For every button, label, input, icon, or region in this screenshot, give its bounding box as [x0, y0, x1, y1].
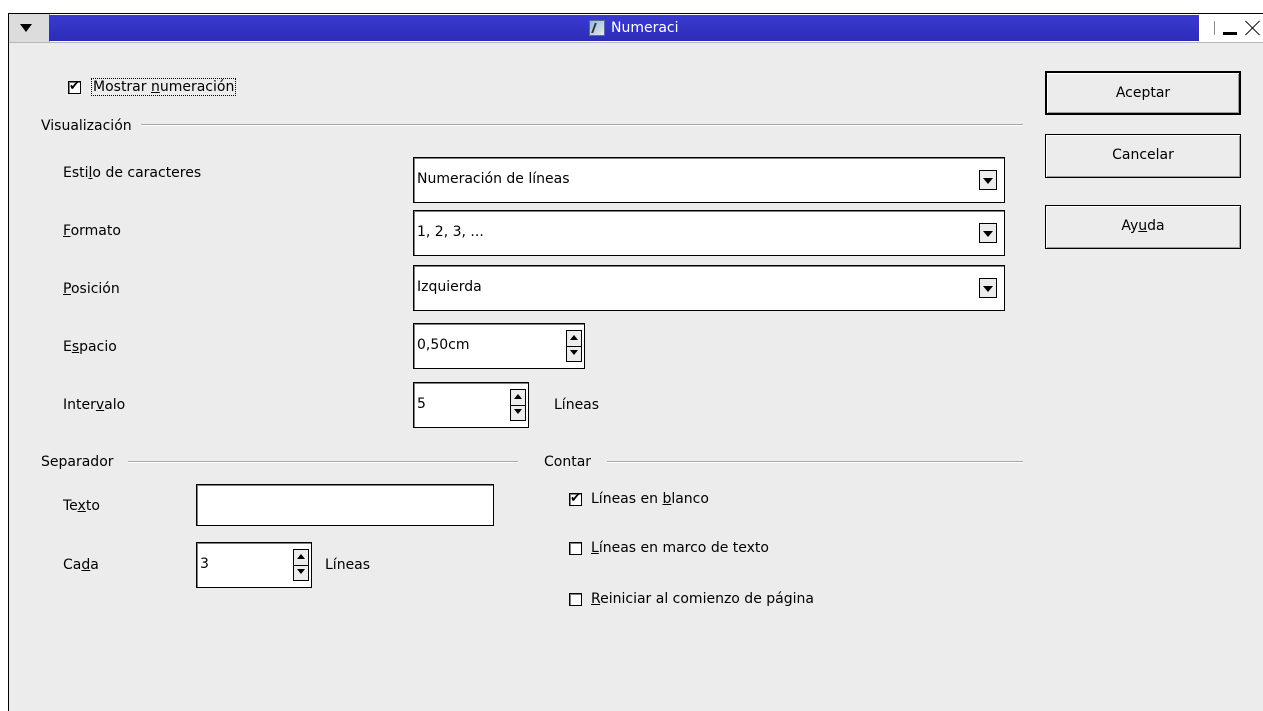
- every-unit: Líneas: [325, 557, 371, 573]
- char-style-select[interactable]: Numeración de líneas: [413, 157, 1005, 203]
- char-style-value: Numeración de líneas: [417, 171, 570, 187]
- spinner-buttons: [510, 389, 526, 421]
- spacing-label: Espacio: [63, 339, 117, 355]
- window-title: Numeraci: [589, 15, 679, 41]
- format-select[interactable]: 1, 2, 3, ...: [413, 210, 1005, 256]
- visualizacion-divider: [141, 124, 1023, 126]
- spacing-value: 0,50cm: [417, 337, 470, 353]
- window-controls: [1206, 14, 1261, 42]
- format-label: Formato: [63, 223, 121, 239]
- contar-heading: Contar: [544, 454, 592, 470]
- ok-button[interactable]: Aceptar: [1045, 71, 1241, 115]
- spin-down-icon[interactable]: [511, 405, 525, 420]
- cancel-button[interactable]: Cancelar: [1045, 134, 1241, 178]
- chevron-down-icon: [20, 24, 32, 32]
- separator-text-input[interactable]: [196, 484, 494, 526]
- minimize-icon[interactable]: [1223, 31, 1237, 35]
- spin-down-icon[interactable]: [567, 346, 581, 361]
- format-value: 1, 2, 3, ...: [417, 224, 484, 240]
- interval-value: 5: [417, 396, 426, 412]
- separador-heading: Separador: [41, 454, 114, 470]
- spin-up-icon[interactable]: [294, 550, 308, 566]
- spinner-buttons: [566, 330, 582, 362]
- chevron-down-icon[interactable]: [979, 278, 997, 298]
- show-numbering-checkbox[interactable]: [68, 78, 81, 96]
- interval-unit: Líneas: [554, 397, 600, 413]
- contar-divider: [607, 461, 1023, 463]
- separador-divider: [128, 461, 518, 463]
- every-spinner[interactable]: 3: [196, 542, 312, 588]
- position-value: Izquierda: [417, 279, 482, 295]
- separator-text-label: Texto: [63, 498, 100, 514]
- chevron-down-icon[interactable]: [979, 170, 997, 190]
- char-style-label: Estilo de caracteres: [63, 165, 202, 181]
- separator-icon: [1214, 21, 1215, 35]
- position-select[interactable]: Izquierda: [413, 265, 1005, 311]
- spin-up-icon[interactable]: [567, 331, 581, 347]
- show-numbering-label[interactable]: Mostrar numeración: [91, 78, 237, 96]
- restart-page-checkbox[interactable]: [569, 593, 582, 606]
- close-icon[interactable]: [1245, 20, 1261, 36]
- title-bar: Numeraci: [9, 14, 1263, 43]
- spinner-buttons: [293, 549, 309, 581]
- text-frames-checkbox[interactable]: [569, 542, 582, 555]
- window-menu-button[interactable]: [9, 14, 50, 42]
- spin-up-icon[interactable]: [511, 390, 525, 406]
- spacing-spinner[interactable]: 0,50cm: [413, 323, 585, 369]
- spin-down-icon[interactable]: [294, 565, 308, 580]
- every-label: Cada: [63, 557, 99, 573]
- chevron-down-icon[interactable]: [979, 223, 997, 243]
- help-button[interactable]: Ayuda: [1045, 205, 1241, 249]
- visualizacion-heading: Visualización: [41, 118, 132, 134]
- interval-label: Intervalo: [63, 397, 126, 413]
- every-value: 3: [200, 556, 209, 572]
- app-icon: [589, 20, 605, 36]
- text-frames-label[interactable]: Líneas en marco de texto: [591, 540, 769, 556]
- blank-lines-label[interactable]: Líneas en blanco: [591, 491, 709, 507]
- position-label: Posición: [63, 281, 120, 297]
- blank-lines-checkbox[interactable]: [569, 490, 582, 508]
- interval-spinner[interactable]: 5: [413, 382, 529, 428]
- restart-page-label[interactable]: Reiniciar al comienzo de página: [591, 591, 814, 607]
- numbering-dialog: Numeraci Mostrar numeración Visualizació…: [8, 13, 1263, 711]
- window-title-text: Numeraci: [611, 20, 679, 36]
